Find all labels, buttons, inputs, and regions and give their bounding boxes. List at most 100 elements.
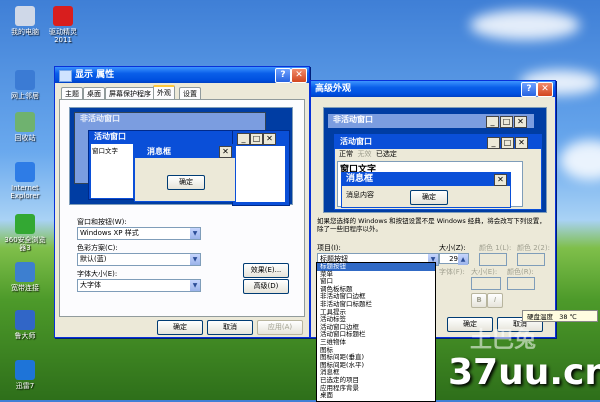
ok-button[interactable]: 确定 [157, 320, 203, 335]
desktop-icon-label: 360安全浏览 器3 [4, 236, 46, 252]
font-color-label: 颜色(R): [507, 268, 534, 276]
style-select[interactable]: Windows XP 样式 ▼ [77, 227, 201, 240]
maximize-icon: □ [500, 116, 513, 128]
desktop-icon-label: 网上邻居 [11, 92, 39, 100]
minimize-icon: _ [237, 133, 250, 145]
app-icon [15, 360, 35, 380]
maximize-icon: □ [250, 133, 263, 145]
adv-active-title: 活动窗口 [340, 137, 372, 146]
font-label: 字体(F): [439, 268, 465, 276]
adv-msgbox-ok: 确定 [410, 190, 448, 205]
help-button[interactable]: ? [521, 82, 537, 97]
item-dropdown-list[interactable]: 标题按钮 菜单 窗口 调色板标题 非活动窗口边框 非活动窗口标题栏 工具提示 活动标签 活动窗口… [316, 262, 436, 402]
list-item[interactable]: 菜单 [317, 270, 435, 279]
color-scheme-label: 色彩方案(C): [77, 244, 118, 252]
menu-normal: 正常 [339, 150, 353, 158]
close-icon: ✕ [263, 133, 276, 145]
app-icon [15, 214, 35, 234]
font-color-picker[interactable] [507, 277, 535, 290]
style-label: 窗口和按钮(W): [77, 218, 127, 226]
cancel-button[interactable]: 取消 [207, 320, 253, 335]
desktop-icon[interactable]: 宽带连接 [2, 262, 48, 292]
list-item[interactable]: 三维物体 [317, 338, 435, 347]
desktop-icon[interactable]: 回收站 [2, 112, 48, 142]
watermark-logo: 土巴兔 [470, 328, 537, 353]
msgbox-close-icon: ✕ [219, 146, 232, 158]
advanced-preview: 非活动窗口 _ □ ✕ 活动窗口 _ □ ✕ 正常 无效 已选定 窗口文字 消息… [323, 107, 547, 213]
display-properties-titlebar[interactable]: 显示 属性 ? ✕ [55, 67, 309, 83]
desktop-icon-label: 鲁大师 [14, 332, 36, 340]
inactive-title: 非活动窗口 [80, 114, 120, 123]
appearance-preview: 非活动窗口 活动窗口 窗口文字 _ □ ✕ 消息框 ✕ 确定 [69, 107, 293, 206]
font-size-select[interactable] [471, 277, 501, 290]
app-icon [15, 162, 35, 182]
hdd-temp-value: 38 ℃ [559, 313, 577, 321]
adv-inactive-title: 非活动窗口 [333, 115, 373, 124]
description-text: 如果您选择的 Windows 和按钮设置不是 Windows 经典，将会改写下列… [317, 217, 546, 233]
desktop-icon[interactable]: 360安全浏览 器3 [2, 214, 48, 252]
active-title: 活动窗口 [94, 132, 126, 141]
desktop-icon[interactable]: 迅雷7 [2, 360, 48, 390]
monitor-icon [59, 70, 72, 82]
desktop-icon[interactable]: 网上邻居 [2, 70, 48, 100]
window-text-preview: 窗口文字 [92, 147, 118, 155]
effects-button[interactable]: 效果(E)... [243, 263, 289, 278]
msgbox-ok-button: 确定 [167, 175, 205, 190]
desktop-icon[interactable]: 驱动精灵 2011 [40, 6, 86, 44]
menu-disabled: 无效 [357, 150, 372, 158]
dropdown-arrow-icon: ▼ [190, 254, 200, 265]
window-title: 显示 属性 [75, 70, 115, 80]
close-button[interactable]: ✕ [291, 68, 307, 83]
msgbox-close-icon: ✕ [494, 174, 507, 186]
maximize-icon: □ [501, 137, 514, 149]
advanced-appearance-titlebar[interactable]: 高级外观 ? ✕ [311, 81, 555, 97]
desktop-icon-label: Internet Explorer [10, 184, 40, 200]
list-item[interactable]: 应用程序背景 [317, 384, 435, 393]
desktop-icon-label: 宽带连接 [11, 284, 39, 292]
right-preview-window: _ □ ✕ [232, 130, 290, 206]
hdd-temperature-tip: 硬盘温度 38 ℃ [522, 310, 598, 322]
minimize-icon: _ [486, 116, 499, 128]
font-size-label: 大小(E): [471, 268, 498, 276]
list-item[interactable]: 标题按钮 [317, 263, 435, 271]
app-icon [15, 70, 35, 90]
size-label: 大小(Z): [439, 244, 466, 252]
bold-button[interactable]: B [471, 293, 487, 308]
desktop-icon-label: 迅雷7 [15, 382, 35, 390]
color-scheme-select[interactable]: 默认(蓝) ▼ [77, 253, 201, 266]
close-icon: ✕ [514, 116, 527, 128]
help-button[interactable]: ? [275, 68, 291, 83]
app-icon [53, 6, 73, 26]
color2-picker[interactable] [517, 253, 545, 266]
watermark-text: 37uu.cn [448, 352, 600, 393]
hdd-temp-label: 硬盘温度 [527, 313, 553, 321]
menu-selected: 已选定 [375, 150, 397, 158]
dropdown-arrow-icon: ▼ [190, 280, 200, 291]
desktop-icon-label: 驱动精灵 2011 [49, 28, 77, 44]
color1-picker[interactable] [479, 253, 507, 266]
list-item[interactable]: 桌面 [317, 391, 435, 400]
close-button[interactable]: ✕ [537, 82, 553, 97]
adv-active-window: 活动窗口 _ □ ✕ 正常 无效 已选定 窗口文字 消息框 ✕ 消息内容 确定 [334, 134, 542, 210]
apply-button[interactable]: 应用(A) [257, 320, 303, 335]
desktop-icon[interactable]: Internet Explorer [2, 162, 48, 200]
spinner-icon: ▲ [458, 254, 468, 265]
font-size-label: 字体大小(E): [77, 270, 118, 278]
desktop-icon-label: 回收站 [14, 134, 36, 142]
adv-msgbox-title: 消息框 [342, 173, 510, 186]
message-box-preview: 消息框 ✕ 确定 [134, 144, 236, 202]
app-icon [15, 262, 35, 282]
close-icon: ✕ [515, 137, 528, 149]
display-properties-window: 显示 属性 ? ✕ 主题 桌面 屏幕保护程序 外观 设置 非活动窗口 活动窗口 … [54, 66, 310, 338]
advanced-button[interactable]: 高级(D) [243, 279, 289, 294]
color1-label: 颜色 1(L): [479, 244, 512, 252]
app-icon [15, 112, 35, 132]
italic-button[interactable]: I [487, 293, 503, 308]
size-input[interactable]: 29 ▲ [439, 253, 469, 265]
item-label: 项目(I): [317, 244, 341, 252]
adv-menu-bar: 正常 无效 已选定 [335, 149, 541, 159]
desktop-icon[interactable]: 鲁大师 [2, 310, 48, 340]
app-icon [15, 6, 35, 26]
minimize-icon: _ [487, 137, 500, 149]
font-size-select[interactable]: 大字体 ▼ [77, 279, 201, 292]
